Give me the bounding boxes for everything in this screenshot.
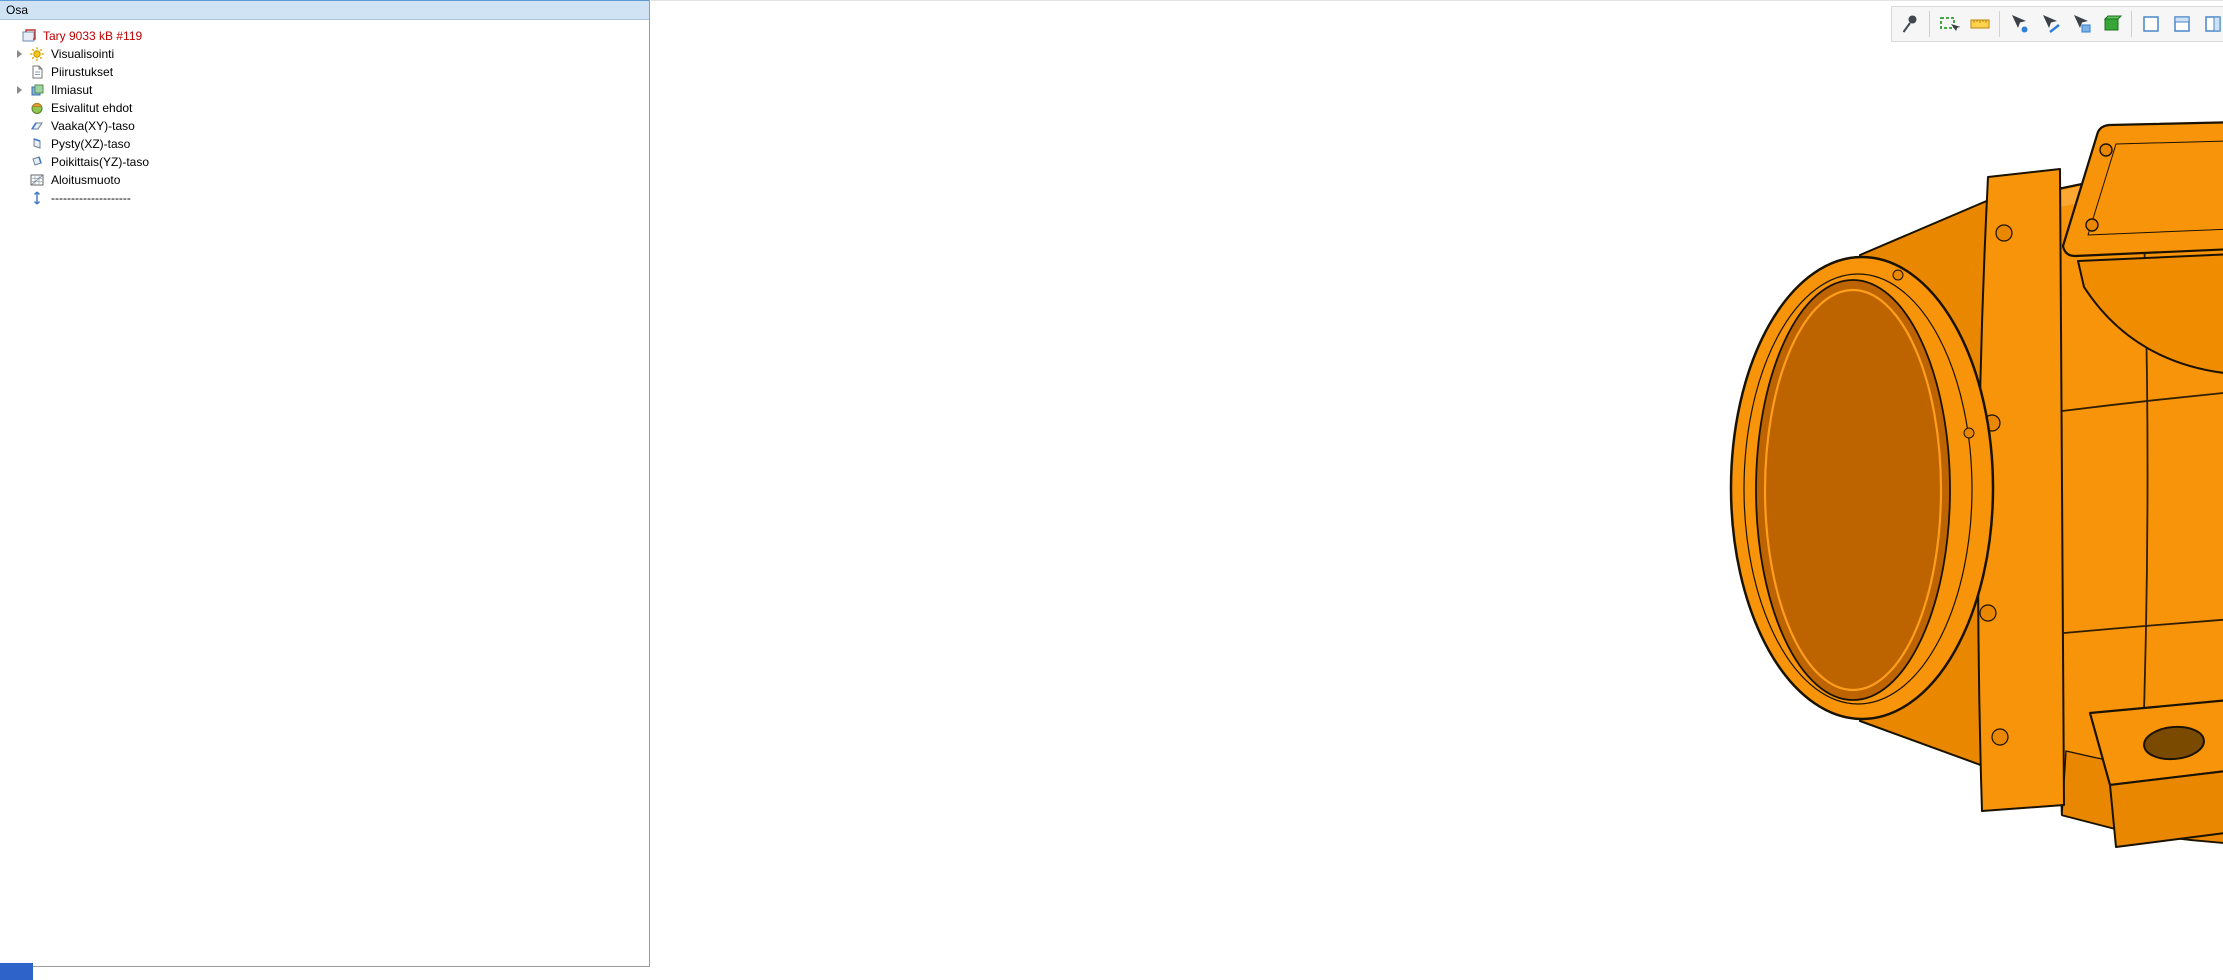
panel-title: Osa (6, 3, 28, 17)
start-shape-icon (28, 172, 45, 188)
visualization-icon (28, 46, 45, 62)
pin-icon (1899, 13, 1921, 35)
plane-xz-icon (28, 136, 45, 152)
feature-tree: Tary 9033 kB #119 Visualisointi Piirustu… (0, 20, 649, 207)
tree-item-label: Visualisointi (51, 47, 114, 61)
motor-left-end-cap[interactable] (1731, 257, 1993, 719)
tree-item-plane-xy[interactable]: Vaaka(XY)-taso (0, 117, 649, 135)
select-edge-button[interactable] (2035, 9, 2065, 39)
tree-item-label: Pysty(XZ)-taso (51, 137, 130, 151)
tree-item-label: Tary 9033 kB #119 (43, 29, 142, 43)
tree-item-visualization[interactable]: Visualisointi (0, 45, 649, 63)
measure-icon (1969, 13, 1991, 35)
bottom-left-accent (0, 963, 33, 980)
toolbar-separator (1929, 11, 1930, 37)
select-body-button[interactable] (2097, 9, 2127, 39)
plane-xy-icon (28, 118, 45, 134)
panel-title-bar: Osa (0, 0, 649, 20)
view-right-button[interactable] (2198, 9, 2223, 39)
expand-chevron[interactable] (10, 50, 28, 58)
drawings-icon (28, 64, 45, 80)
select-vertex-icon (2008, 13, 2030, 35)
expand-chevron[interactable] (10, 86, 28, 94)
view-front-icon (2140, 13, 2162, 35)
select-face-button[interactable] (2066, 9, 2096, 39)
select-face-icon (2070, 13, 2092, 35)
terminal-box-lid (2063, 118, 2223, 256)
tree-item-label: Vaaka(XY)-taso (51, 119, 135, 133)
tree-item-plane-yz[interactable]: Poikittais(YZ)-taso (0, 153, 649, 171)
lid-screw (2100, 144, 2112, 156)
measure-button[interactable] (1965, 9, 1995, 39)
tree-item-plane-xz[interactable]: Pysty(XZ)-taso (0, 135, 649, 153)
tree-item-label: Ilmiasut (51, 83, 92, 97)
box-select-icon (1938, 13, 1960, 35)
toolbar-separator (1999, 11, 2000, 37)
tree-item-label: Poikittais(YZ)-taso (51, 155, 149, 169)
tree-item-start-shape[interactable]: Aloitusmuoto (0, 171, 649, 189)
flange-bolt (1992, 729, 2008, 745)
select-edge-icon (2039, 13, 2061, 35)
view-right-icon (2202, 13, 2223, 35)
tree-item-label: -------------------- (51, 191, 131, 205)
tree-item-label: Piirustukset (51, 65, 113, 79)
toolbar-separator (2131, 11, 2132, 37)
viewport-toolbar (1891, 6, 2223, 42)
graphics-viewport[interactable] (651, 0, 2223, 980)
view-front-button[interactable] (2136, 9, 2166, 39)
flange-bolt (1996, 225, 2012, 241)
tree-item-label: Aloitusmuoto (51, 173, 120, 187)
cap-screw (1964, 428, 1974, 438)
tree-item-drawings[interactable]: Piirustukset (0, 63, 649, 81)
view-top-button[interactable] (2167, 9, 2197, 39)
feature-browser-panel: Osa Tary 9033 kB #119 Visualisointi Piir… (0, 0, 650, 967)
tree-item-end-marker[interactable]: -------------------- (0, 189, 649, 207)
end-marker-icon (28, 190, 45, 206)
lid-screw (2086, 219, 2098, 231)
part-root-icon (20, 28, 37, 44)
select-body-icon (2101, 13, 2123, 35)
tree-item-label: Esivalitut ehdot (51, 101, 132, 115)
appearances-icon (28, 82, 45, 98)
plane-yz-icon (28, 154, 45, 170)
tree-item-preselected-conditions[interactable]: Esivalitut ehdot (0, 99, 649, 117)
vibration-motor-model[interactable] (1722, 115, 2223, 925)
tree-item-part-root[interactable]: Tary 9033 kB #119 (0, 27, 649, 45)
cap-screw (1893, 270, 1903, 280)
tree-item-appearances[interactable]: Ilmiasut (0, 81, 649, 99)
preselected-conditions-icon (28, 100, 45, 116)
flange-bolt (1980, 605, 1996, 621)
box-select-button[interactable] (1934, 9, 1964, 39)
view-top-icon (2171, 13, 2193, 35)
select-vertex-button[interactable] (2004, 9, 2034, 39)
pin-button[interactable] (1895, 9, 1925, 39)
